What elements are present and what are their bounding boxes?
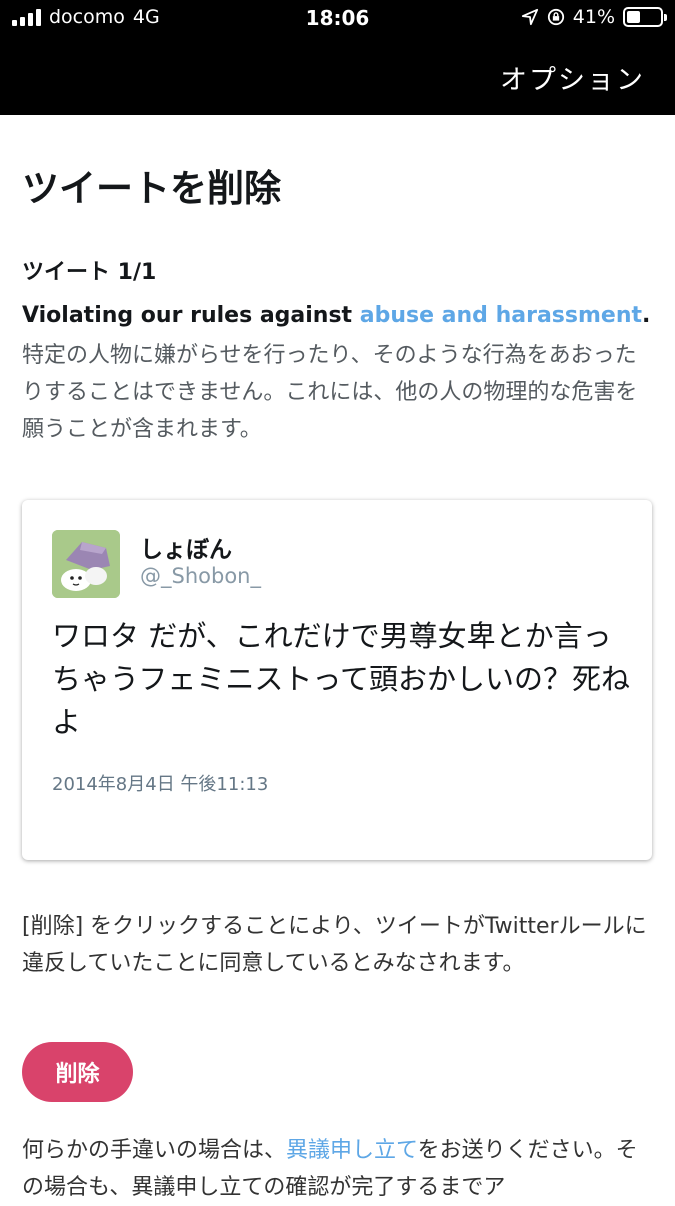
tweet-card: しょぼん @_Shobon_ ワロタ だが、これだけで男尊女卑とか言っちゃうフェ…: [22, 500, 652, 860]
page-title: ツイートを削除: [22, 167, 281, 210]
options-button[interactable]: オプション: [500, 58, 645, 97]
battery-percent: 41%: [572, 6, 615, 28]
rotation-lock-icon: [547, 8, 564, 26]
violation-prefix: Violating our rules against: [22, 303, 360, 328]
battery-level: [627, 11, 641, 23]
rules-link[interactable]: abuse and harassment: [360, 303, 642, 328]
main-content: ツイートを削除 ツイート 1/1 Violating our rules aga…: [22, 115, 653, 1200]
appeal-text: 何らかの手違いの場合は、異議申し立てをお送りください。その場合も、異議申し立ての…: [22, 1132, 653, 1206]
tweet-timestamp: 2014年8月4日 午後11:13: [52, 774, 269, 795]
tweet-text: ワロタ だが、これだけで男尊女卑とか言っちゃうフェミニストって頭おかしいの？死ね…: [52, 619, 630, 739]
consent-text: [削除] をクリックすることにより、ツイートがTwitterルールに違反していた…: [22, 914, 647, 976]
appeal-link[interactable]: 異議申し立て: [286, 1138, 418, 1163]
violation-suffix: .: [642, 303, 651, 328]
avatar: [52, 530, 120, 598]
tweet-author-name[interactable]: しょぼん: [140, 530, 232, 564]
status-bar: docomo 4G 18:06 41%: [0, 0, 675, 38]
delete-button[interactable]: 削除: [22, 1042, 133, 1102]
avatar-image: [52, 530, 120, 598]
tweet-author-handle[interactable]: @_Shobon_: [140, 564, 261, 588]
top-bar: docomo 4G 18:06 41% オプション: [0, 0, 675, 115]
violation-description: 特定の人物に嫌がらせを行ったり、そのような行為をあおったりすることはできません。…: [22, 343, 638, 442]
location-icon: [521, 8, 538, 26]
tweet-count: ツイート 1/1: [22, 260, 157, 285]
battery-icon: [623, 7, 667, 27]
status-right: 41%: [521, 6, 667, 28]
violation-heading: Violating our rules against abuse and ha…: [22, 301, 653, 331]
appeal-prefix: 何らかの手違いの場合は、: [22, 1138, 287, 1163]
